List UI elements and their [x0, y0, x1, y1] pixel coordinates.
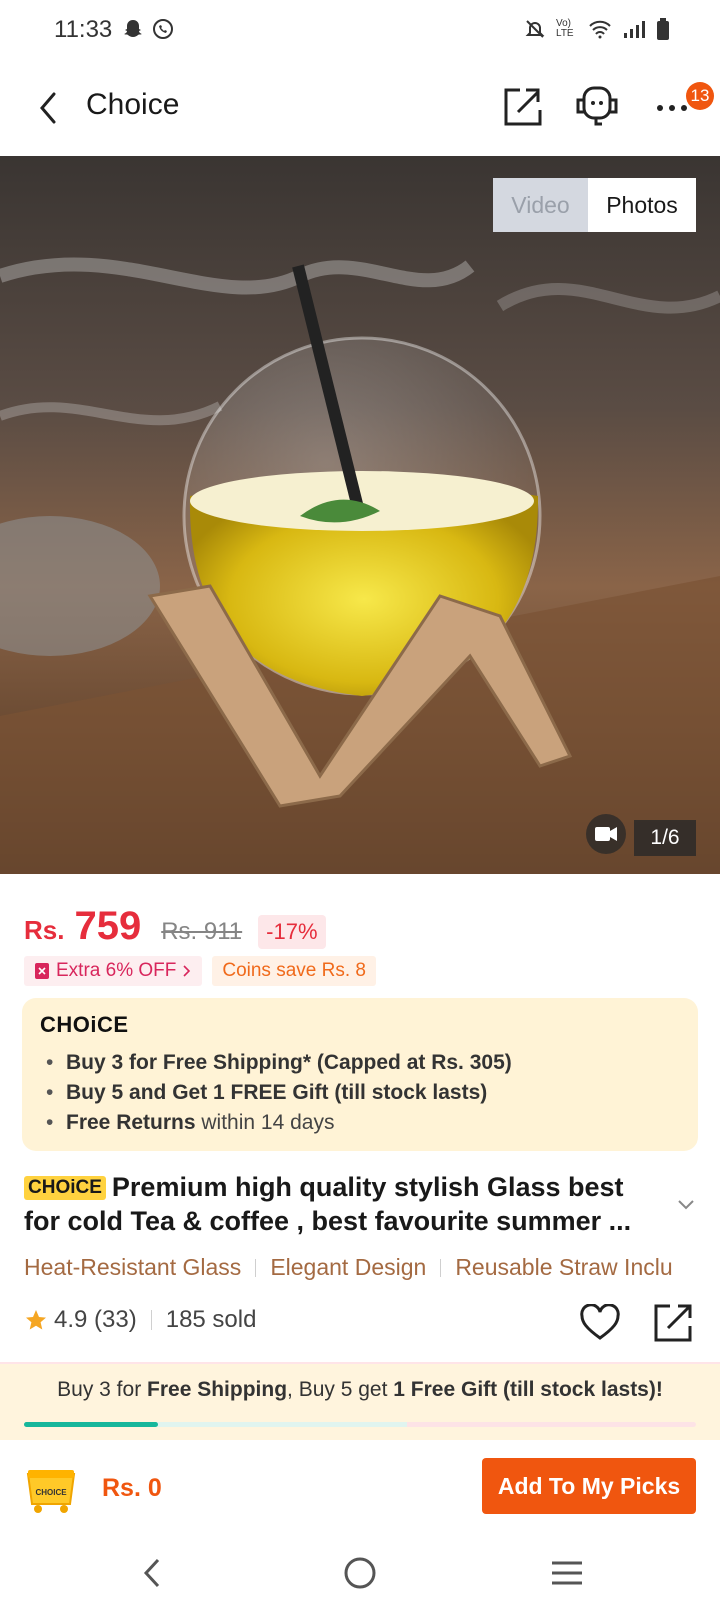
coins-label: Coins save Rs. 8	[222, 960, 366, 981]
title-line-2: for cold Tea & coffee , best favourite s…	[24, 1206, 632, 1236]
feature-tag: Reusable Straw Inclu	[455, 1254, 673, 1280]
star-icon	[26, 1310, 46, 1330]
extra-off-label: Extra 6% OFF	[56, 960, 177, 981]
product-image-gallery[interactable]: Video Photos 1/6	[0, 156, 720, 874]
benefit-item: Free Returns within 14 days	[40, 1108, 680, 1138]
video-tab[interactable]: Video	[493, 178, 588, 232]
nav-back-icon[interactable]	[140, 1556, 164, 1590]
progress-fill	[24, 1422, 159, 1427]
product-photo	[0, 257, 720, 874]
choice-benefits-box[interactable]: CHOiCE Buy 3 for Free Shipping* (Capped …	[22, 998, 698, 1151]
choice-tag: CHOiCE	[24, 1176, 106, 1200]
nav-home-icon[interactable]	[343, 1556, 377, 1590]
customer-service-icon[interactable]	[572, 84, 624, 128]
add-to-my-picks-button[interactable]: Add To My Picks	[482, 1458, 696, 1514]
cart-logo-text: CHOICE	[35, 1488, 67, 1497]
share-icon[interactable]	[502, 84, 542, 128]
benefit-text: Buy 3 for Free Shipping* (Capped at Rs. …	[66, 1051, 512, 1074]
feature-tag: Heat-Resistant Glass	[24, 1254, 242, 1280]
current-price: 759	[74, 904, 142, 948]
battery-icon	[657, 18, 669, 40]
bottom-action-bar: CHOICE Rs. 0 Add To My Picks	[0, 1440, 720, 1536]
benefit-item: Buy 3 for Free Shipping* (Capped at Rs. …	[40, 1048, 680, 1078]
picks-total: Rs. 0	[102, 1474, 162, 1502]
signal-icon	[624, 21, 645, 38]
price-row: Rs. 759 Rs. 911 -17%	[24, 904, 326, 949]
benefit-text: Free Returns	[66, 1111, 196, 1134]
chevron-right-icon	[183, 965, 191, 977]
banner-text: , Buy 5 get	[287, 1378, 394, 1401]
heart-icon[interactable]	[580, 1304, 620, 1342]
back-icon[interactable]	[30, 88, 66, 128]
choice-logo: CHOiCE	[40, 1012, 129, 1037]
sold-count: 185 sold	[165, 1306, 257, 1333]
benefit-text-rest: within 14 days	[195, 1111, 335, 1134]
extra-off-coupon[interactable]: Extra 6% OFF	[24, 956, 203, 986]
banner-text-bold: 1 Free Gift (till stock lasts)!	[393, 1378, 663, 1401]
shipping-promo-banner: Buy 3 for Free Shipping, Buy 5 get 1 Fre…	[0, 1362, 720, 1440]
price-currency: Rs.	[24, 915, 65, 945]
title-line-1: Premium high quality stylish Glass best	[111, 1172, 624, 1202]
chevron-down-icon[interactable]	[676, 1198, 696, 1212]
benefit-item: Buy 5 and Get 1 FREE Gift (till stock la…	[40, 1078, 680, 1108]
shipping-promo-text: Buy 3 for Free Shipping, Buy 5 get 1 Fre…	[0, 1378, 720, 1402]
photos-tab[interactable]: Photos	[588, 178, 696, 232]
nav-menu-icon[interactable]	[550, 1559, 584, 1587]
share-icon[interactable]	[652, 1302, 694, 1344]
discount-badge: -17%	[258, 915, 326, 949]
volte-label: Vo) LTE	[556, 18, 574, 39]
banner-text-bold: Free Shipping	[147, 1378, 288, 1401]
top-nav-header: Choice 13	[0, 60, 720, 156]
snapchat-icon	[124, 20, 142, 37]
coins-save-chip: Coins save Rs. 8	[212, 956, 376, 986]
choice-cart-icon[interactable]: CHOICE	[24, 1466, 78, 1514]
wifi-icon	[589, 20, 611, 39]
status-bar: 11:33 Vo) LTE	[0, 0, 720, 60]
mute-icon	[525, 20, 545, 38]
original-price: Rs. 911	[161, 918, 243, 945]
whatsapp-icon	[153, 19, 173, 39]
status-time: 11:33	[54, 16, 113, 43]
shipping-progress-bar	[24, 1422, 696, 1427]
notification-badge: 13	[686, 82, 714, 110]
promo-row: Extra 6% OFF Coins save Rs. 8	[24, 956, 376, 986]
feature-tag: Elegant Design	[270, 1254, 427, 1280]
feature-tags: Heat-Resistant Glass Elegant Design Reusab…	[24, 1254, 720, 1281]
rating-score: 4.9 (33)	[54, 1306, 137, 1333]
video-play-icon[interactable]	[586, 814, 626, 854]
page-title: Choice	[86, 88, 180, 121]
benefit-text: Buy 5 and Get 1 FREE Gift (till stock la…	[66, 1081, 488, 1104]
product-title[interactable]: CHOiCE Premium high quality stylish Glass…	[24, 1170, 664, 1238]
banner-text: Buy 3 for	[57, 1378, 148, 1401]
rating-row[interactable]: 4.9 (33) 185 sold	[24, 1306, 256, 1334]
coupon-icon	[35, 963, 49, 979]
image-page-indicator: 1/6	[634, 820, 696, 856]
system-nav-bar	[0, 1536, 720, 1612]
